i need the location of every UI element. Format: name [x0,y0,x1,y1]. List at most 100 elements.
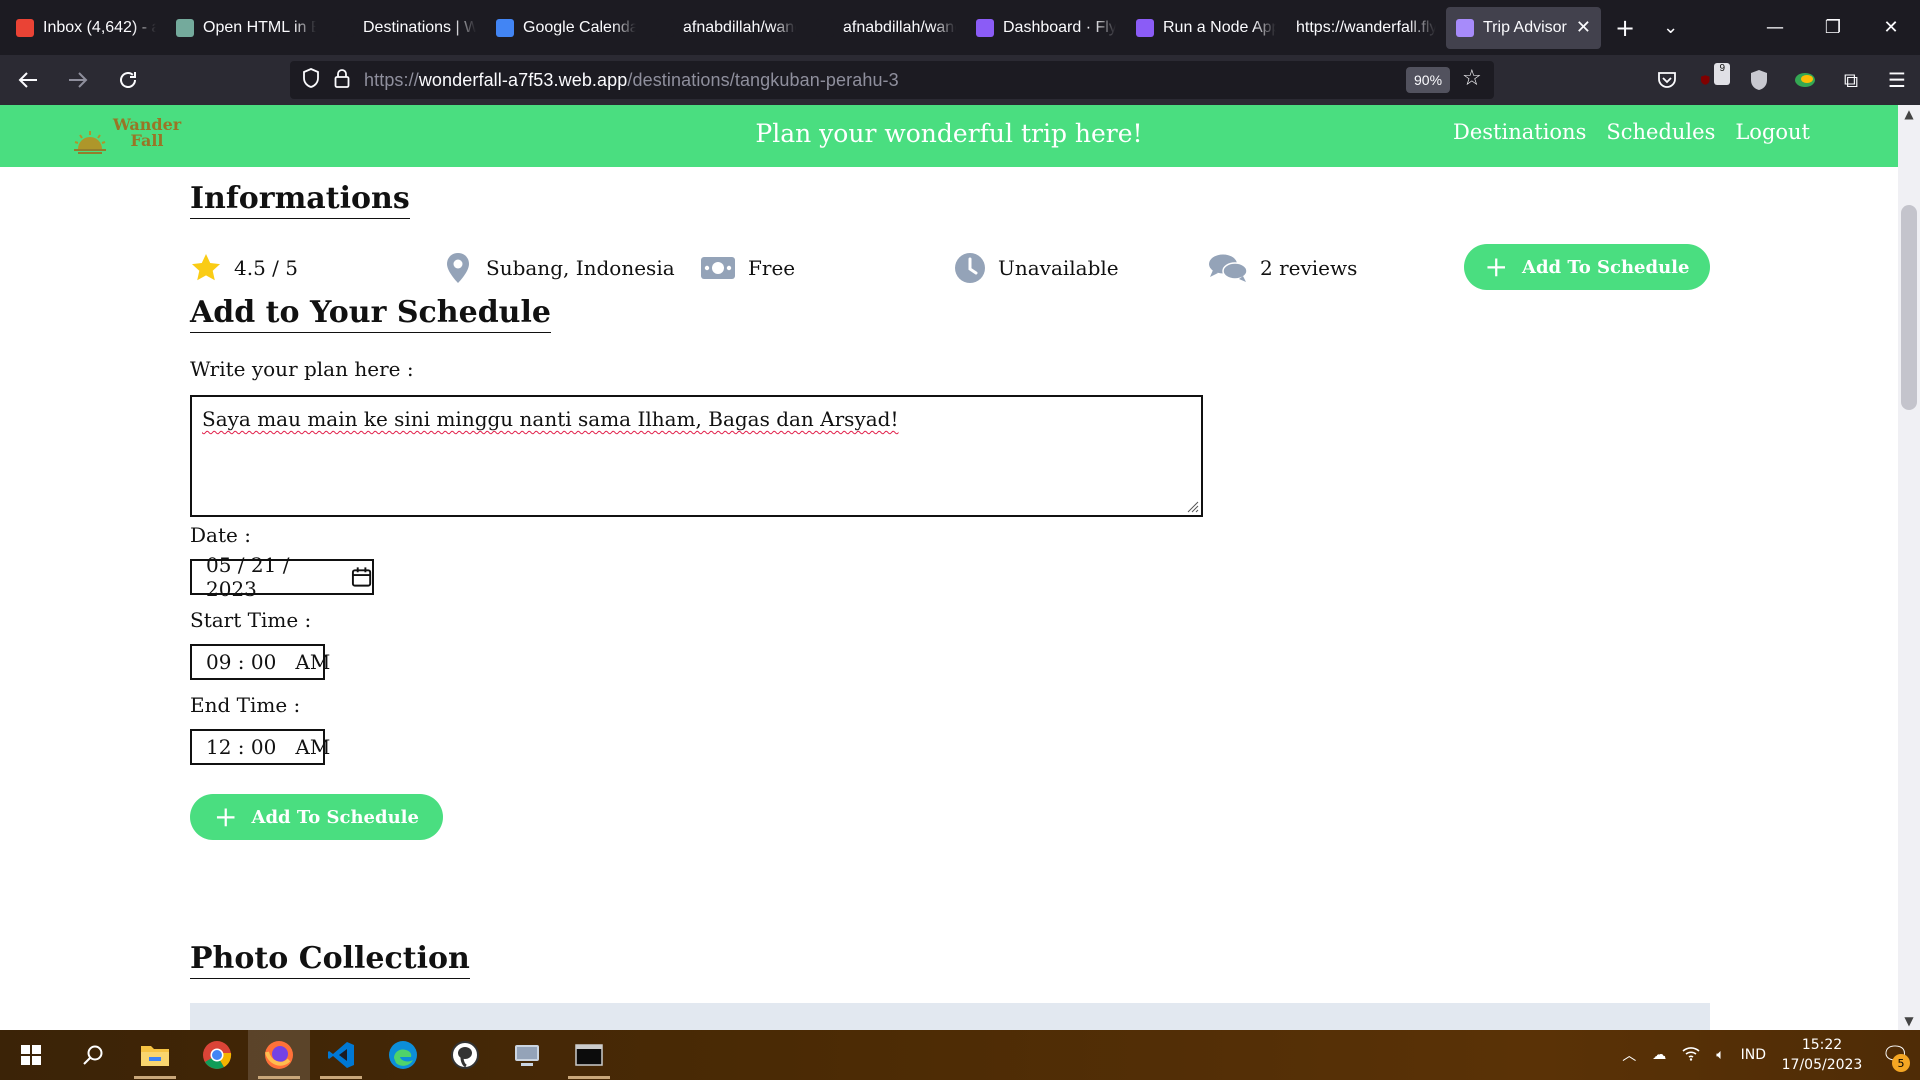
price-value: Free [748,256,796,280]
start-time-label: Start Time : [190,608,312,632]
minimize-button[interactable]: — [1746,0,1804,55]
address-bar[interactable]: https://wonderfall-a7f53.web.app/destina… [290,61,1494,99]
tab-title: Google Calendar [523,18,636,36]
search-icon [83,1045,103,1065]
zoom-indicator[interactable]: 90% [1406,67,1451,93]
taskbar-edge[interactable] [372,1030,434,1080]
taskbar-firefox[interactable] [248,1030,310,1080]
nav-schedules-link[interactable]: Schedules [1606,120,1715,144]
browser-tab[interactable]: Inbox (4,642) - afnabdillah [6,7,166,49]
firefox-icon [265,1041,293,1069]
browser-tab[interactable]: Google Calendar [486,7,646,49]
page-scrollbar[interactable]: ▲ ▼ [1898,105,1920,1030]
tab-title: afnabdillah/wanderfall [683,18,796,36]
tab-title: https://wanderfall.fly.dev [1296,18,1436,36]
extensions-puzzle-icon[interactable]: ⧉ [1838,68,1864,92]
show-hidden-icons-chevron-icon[interactable]: ︿ [1614,1045,1644,1065]
money-bill-icon [700,252,736,284]
reviews-info: 2 reviews [1208,252,1357,284]
windows-logo-icon [21,1045,41,1065]
taskbar-file-explorer[interactable] [124,1030,186,1080]
browser-tab[interactable]: Dashboard · Fly [966,7,1126,49]
add-to-schedule-submit-button[interactable]: + Add To Schedule [190,794,443,840]
resize-grip-icon[interactable] [1185,499,1199,513]
nav-destinations-link[interactable]: Destinations [1453,120,1586,144]
app-menu-icon[interactable]: ☰ [1884,68,1910,92]
privacy-badger-icon[interactable] [1746,69,1772,91]
tracking-protection-shield-icon[interactable] [302,67,320,93]
url-host: wonderfall-a7f53.web.app [418,69,628,90]
date-value: 05 / 21 / 2023 [206,553,290,601]
taskbar-app[interactable] [496,1030,558,1080]
taskbar-vscode[interactable] [310,1030,372,1080]
search-button[interactable] [62,1030,124,1080]
location-pin-icon [442,252,474,284]
system-tray: ︿ ☁ 🔈︎ IND 15:22 17/05/2023 🗨︎ 5 [1614,1030,1920,1080]
ublock-badge: 9 [1714,63,1730,85]
tab-title: Inbox (4,642) - afnabdillah [43,18,156,36]
start-time-input[interactable]: 09 : 00 AM [190,644,330,680]
url-path: /destinations/tangkuban-perahu-3 [627,69,899,90]
price-info: Free [700,252,795,284]
location-value: Subang, Indonesia [486,256,675,280]
computer-icon [515,1045,539,1066]
plan-textarea[interactable]: Saya mau main ke sini minggu nanti sama … [190,395,1203,517]
date-input[interactable]: 05 / 21 / 2023 [190,553,374,601]
forward-button[interactable] [56,60,100,100]
scroll-up-arrow-icon[interactable]: ▲ [1898,105,1920,123]
chrome-icon [203,1041,232,1069]
scroll-down-arrow-icon[interactable]: ▼ [1898,1012,1920,1030]
tab-title: Open HTML in Browser [203,18,316,36]
end-time-label: End Time : [190,693,301,717]
color-extension-icon[interactable] [1792,70,1818,90]
browser-tab[interactable]: Run a Node App [1126,7,1286,49]
browser-tab[interactable]: afnabdillah/wanderfall [806,7,966,49]
language-indicator[interactable]: IND [1733,1047,1774,1063]
edit-icon [336,18,354,37]
tab-active[interactable]: Trip Advisor ✕ [1446,6,1601,49]
tab-title: Dashboard · Fly [1003,18,1116,36]
browser-tab[interactable]: Open HTML in Browser [166,7,326,49]
close-tab-icon[interactable]: ✕ [1576,17,1591,38]
tab-title: afnabdillah/wanderfall [843,18,956,36]
notification-center-button[interactable]: 🗨︎ 5 [1870,1030,1920,1080]
onedrive-cloud-icon[interactable]: ☁ [1644,1047,1674,1063]
forward-arrow-icon [69,72,88,88]
browser-tab[interactable]: Destinations | Wanderfall [326,7,486,49]
star-icon [190,252,222,284]
back-button[interactable] [6,60,50,100]
github-icon [816,18,834,37]
pocket-icon[interactable] [1654,70,1680,90]
start-time-value: 09 : 00 AM [206,650,331,674]
end-time-input[interactable]: 12 : 00 AM [190,729,330,765]
add-to-schedule-top-button[interactable]: + Add To Schedule [1464,244,1710,290]
restore-button[interactable]: ❐ [1804,0,1862,55]
url-text[interactable]: https://wonderfall-a7f53.web.app/destina… [364,70,899,91]
lock-icon[interactable] [334,68,350,93]
calendar-icon[interactable] [351,566,372,588]
clock[interactable]: 15:22 17/05/2023 [1774,1035,1870,1075]
browser-tab[interactable]: https://wanderfall.fly.dev [1286,7,1446,49]
volume-icon[interactable]: 🔈︎ [1708,1047,1732,1063]
taskbar-terminal[interactable] [558,1030,620,1080]
reload-button[interactable] [106,60,150,100]
navigation-toolbar: https://wonderfall-a7f53.web.app/destina… [0,55,1920,105]
taskbar-pgadmin[interactable] [434,1030,496,1080]
taskbar-chrome[interactable] [186,1030,248,1080]
wifi-icon[interactable] [1674,1045,1708,1065]
scroll-thumb[interactable] [1901,205,1917,410]
nav-logout-link[interactable]: Logout [1735,120,1810,144]
start-button[interactable] [0,1030,62,1080]
browser-tab[interactable]: afnabdillah/wanderfall [646,7,806,49]
date-label: Date : [190,523,251,547]
location-info: Subang, Indonesia [442,252,675,284]
list-all-tabs-icon[interactable]: ⌄ [1663,17,1678,38]
window-controls: — ❐ ✕ [1746,0,1920,55]
new-tab-button[interactable]: + [1615,14,1635,42]
close-window-button[interactable]: ✕ [1862,0,1920,55]
bookmark-star-icon[interactable]: ☆ [1462,66,1482,91]
gmail-icon [16,18,34,37]
ublock-origin-icon[interactable]: 9 [1700,63,1730,91]
reviews-value: 2 reviews [1260,256,1358,280]
site-header: Wander Fall Plan your wonderful trip her… [0,105,1898,167]
